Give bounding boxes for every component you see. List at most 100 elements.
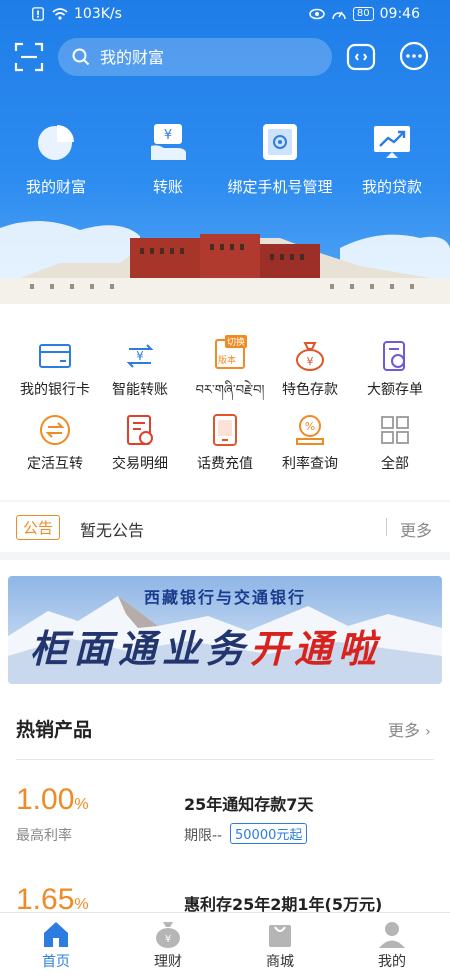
quick-label: 我的贷款 — [361, 178, 422, 196]
service-grid: 我的银行卡 ¥ 智能转账 切换 版本 བར་གཞི་བརྗེ་བ། ¥ 特色存款… — [0, 315, 450, 500]
search-icon — [72, 48, 90, 66]
svg-text:¥: ¥ — [307, 355, 314, 368]
product-name: 25年通知存款7天 — [184, 795, 314, 814]
grid-item-phone-recharge[interactable]: 话费充值 — [180, 413, 270, 473]
grid-label: 特色存款 — [282, 382, 338, 398]
transfer-yen-icon: ¥ — [151, 124, 186, 160]
svg-text:¥: ¥ — [165, 934, 171, 945]
grid-item-transaction-detail[interactable]: 交易明细 — [95, 413, 185, 473]
promo-headline-left: 柜面通业务 — [30, 626, 251, 671]
quick-my-loan[interactable]: 我的贷款 — [336, 122, 448, 197]
user-icon — [379, 922, 405, 948]
quick-label: 绑定手机号管理 — [227, 178, 333, 196]
network-speed: 103K/s — [74, 6, 122, 22]
tab-mall[interactable]: 商城 — [224, 919, 336, 971]
potala-palace-banner — [0, 220, 450, 316]
rate-query-icon: % — [296, 415, 324, 445]
chevron-right-icon: › — [425, 724, 431, 740]
scan-icon[interactable] — [14, 42, 44, 72]
eye-icon — [309, 8, 325, 20]
speed-gauge-icon — [332, 11, 346, 20]
promo-title: 西藏银行与交通银行 — [143, 588, 306, 607]
notice-badge: 公告 — [16, 515, 61, 540]
pie-chart-icon — [38, 125, 74, 160]
search-bar[interactable] — [58, 38, 332, 76]
tab-label: 首页 — [42, 954, 70, 970]
switch-tag: 切换 — [224, 335, 247, 348]
tab-label: 商城 — [266, 954, 294, 970]
grid-item-large-deposit[interactable]: 大额存单 — [350, 339, 440, 399]
grid-label: བར་གཞི་བརྗེ་བ། — [195, 383, 265, 398]
grid-label: 我的银行卡 — [20, 382, 90, 398]
status-bar: 103K/s 80 09:46 — [0, 0, 450, 32]
exchange-circle-icon — [40, 415, 70, 445]
grid-item-smart-transfer[interactable]: ¥ 智能转账 — [95, 339, 185, 399]
version-sub: 版本 — [218, 356, 237, 366]
notice-more-link[interactable]: 更多 — [400, 517, 432, 541]
grid-label: 话费充值 — [197, 456, 253, 472]
tab-wealth[interactable]: ¥ 理财 — [112, 919, 224, 971]
promo-headline: 柜面通业务开通啦 — [30, 618, 382, 673]
all-grid-icon — [381, 416, 409, 444]
phone-bind-icon — [263, 124, 297, 160]
quick-label: 转账 — [152, 178, 183, 196]
hot-more-link[interactable]: 更多 › — [388, 717, 431, 741]
grid-label: 交易明细 — [112, 456, 168, 472]
bank-card-icon — [39, 344, 71, 368]
bottom-tab-bar: 首页 ¥ 理财 商城 我的 — [0, 912, 450, 975]
search-row — [0, 38, 450, 78]
grid-label: 大额存单 — [367, 382, 423, 398]
clock: 09:46 — [379, 6, 420, 22]
battery-indicator: 80 — [352, 7, 374, 21]
promo-banner[interactable]: 西藏银行与交通银行 柜面通业务开通啦 — [0, 560, 450, 695]
grid-label: 利率查询 — [282, 456, 338, 472]
grid-item-featured-deposit[interactable]: ¥ 特色存款 — [265, 339, 355, 399]
svg-text:%: % — [305, 420, 315, 433]
product-start-amount: 50000元起 — [230, 823, 308, 844]
hot-products-section: 热销产品 更多 › 1.00% 最高利率 25年通知存款7天 期限-- 5000… — [0, 695, 450, 916]
loan-chart-icon — [374, 126, 410, 158]
shopping-bag-icon — [269, 925, 291, 947]
divider — [16, 759, 434, 760]
message-icon[interactable] — [346, 42, 376, 72]
svg-text:¥: ¥ — [136, 349, 144, 363]
tab-label: 理财 — [154, 954, 182, 970]
notice-text: 暂无公告 — [80, 521, 145, 540]
quick-bind-phone[interactable]: 绑定手机号管理 — [224, 122, 336, 197]
grid-label: 全部 — [381, 456, 409, 472]
quick-label: 我的财富 — [25, 178, 86, 196]
more-options-icon[interactable] — [398, 40, 430, 72]
grid-item-bank-card[interactable]: 我的银行卡 — [10, 339, 100, 399]
quick-my-wealth[interactable]: 我的财富 — [0, 122, 112, 197]
phone-recharge-icon — [213, 414, 237, 446]
product-card[interactable]: 1.00% 最高利率 25年通知存款7天 期限-- 50000元起 — [0, 783, 450, 873]
search-input[interactable] — [100, 47, 300, 67]
grid-item-all[interactable]: 全部 — [350, 413, 440, 473]
svg-text:¥: ¥ — [164, 128, 172, 143]
tab-label: 我的 — [378, 954, 406, 970]
tab-mine[interactable]: 我的 — [336, 919, 448, 971]
grid-label: 定活互转 — [27, 456, 83, 472]
home-icon — [44, 922, 68, 947]
tab-home[interactable]: 首页 — [0, 919, 112, 971]
wifi-icon — [52, 8, 68, 20]
grid-item-rate-query[interactable]: % 利率查询 — [265, 413, 355, 473]
notice-divider — [386, 518, 387, 536]
money-bag-icon: ¥ — [296, 342, 324, 371]
product-rate: 1.00% — [16, 783, 89, 816]
wealth-bag-icon: ¥ — [156, 922, 180, 948]
version-switch-icon: 切换 版本 — [215, 335, 247, 369]
grid-label: 智能转账 — [112, 382, 168, 398]
grid-item-fixed-demand-transfer[interactable]: 定活互转 — [10, 413, 100, 473]
transaction-detail-icon — [127, 415, 153, 445]
sim-icon — [32, 7, 44, 21]
product-term: 期限-- — [184, 828, 223, 844]
notice-bar[interactable]: 公告 暂无公告 更多 — [0, 502, 450, 552]
rate-label: 最高利率 — [16, 828, 72, 844]
section-title: 热销产品 — [16, 719, 93, 741]
deposit-certificate-icon — [383, 341, 405, 371]
promo-headline-right: 开通啦 — [250, 626, 383, 671]
promo-image[interactable]: 西藏银行与交通银行 柜面通业务开通啦 — [8, 576, 442, 684]
smart-transfer-icon: ¥ — [126, 344, 154, 368]
quick-transfer[interactable]: ¥ 转账 — [112, 122, 224, 197]
